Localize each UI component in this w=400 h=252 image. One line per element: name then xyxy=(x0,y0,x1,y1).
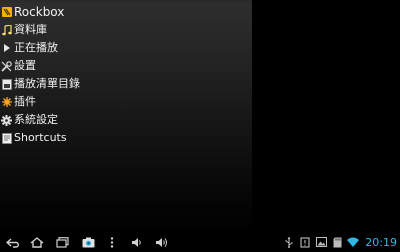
menu-item-label: Rockbox xyxy=(14,5,65,19)
play-icon xyxy=(1,42,12,54)
volume-up-button[interactable] xyxy=(153,235,171,249)
menu-button[interactable] xyxy=(103,235,121,249)
menu-item-shortcuts[interactable]: Shortcuts xyxy=(0,129,252,147)
tools-icon xyxy=(1,60,12,72)
screenshot-icon xyxy=(82,233,95,252)
menu-item-label: 插件 xyxy=(14,95,36,108)
shortcuts-icon xyxy=(1,132,12,144)
home-icon xyxy=(30,233,44,252)
menu-dots-icon xyxy=(110,233,114,252)
menu-item-label: 系統設定 xyxy=(14,113,58,126)
status-clock: 20:19 xyxy=(365,235,397,249)
notification-icon xyxy=(299,236,311,248)
plugin-icon xyxy=(1,96,12,108)
menu-item-now-playing[interactable]: 正在播放 xyxy=(0,39,252,57)
sd-card-icon xyxy=(331,236,343,248)
volume-down-icon xyxy=(131,233,143,252)
music-note-icon xyxy=(1,24,12,36)
menu-item-label: 設置 xyxy=(14,59,36,72)
image-icon xyxy=(315,236,327,248)
screenshot-button[interactable] xyxy=(79,235,97,249)
menu-item-playlists[interactable]: 播放清單目錄 xyxy=(0,75,252,93)
menu-item-rockbox[interactable]: Rockbox xyxy=(0,3,252,21)
system-nav-bar: 20:19 xyxy=(0,234,400,250)
rockbox-logo-icon xyxy=(1,6,12,18)
back-icon xyxy=(5,233,20,252)
menu-item-database[interactable]: 資料庫 xyxy=(0,21,252,39)
main-menu: Rockbox 資料庫 正在播放 設置 播放清單目錄 插件 系統設定 Short… xyxy=(0,3,252,234)
menu-item-settings[interactable]: 設置 xyxy=(0,57,252,75)
menu-item-label: 播放清單目錄 xyxy=(14,77,80,90)
back-button[interactable] xyxy=(4,235,22,249)
usb-icon xyxy=(283,236,295,248)
recent-apps-icon xyxy=(55,233,69,252)
gear-icon xyxy=(1,114,12,126)
menu-item-label: Shortcuts xyxy=(14,131,67,144)
volume-up-icon xyxy=(155,233,169,252)
menu-item-label: 資料庫 xyxy=(14,23,47,36)
status-area[interactable]: 20:19 xyxy=(283,234,400,250)
menu-item-system[interactable]: 系統設定 xyxy=(0,111,252,129)
menu-item-plugins[interactable]: 插件 xyxy=(0,93,252,111)
wifi-icon xyxy=(347,236,360,248)
playlist-icon xyxy=(1,78,12,90)
recent-apps-button[interactable] xyxy=(53,235,71,249)
menu-item-label: 正在播放 xyxy=(14,41,58,54)
volume-down-button[interactable] xyxy=(128,235,146,249)
home-button[interactable] xyxy=(28,235,46,249)
